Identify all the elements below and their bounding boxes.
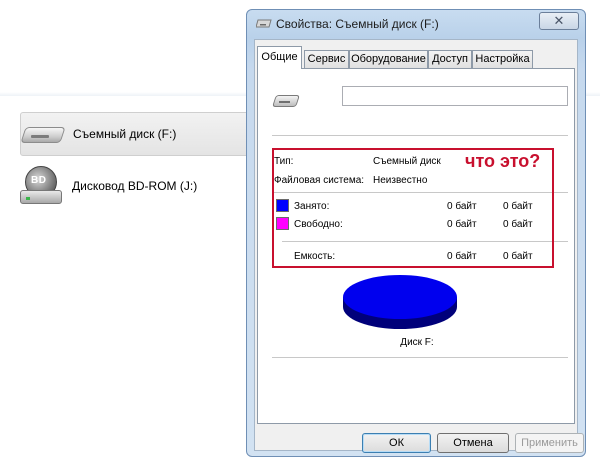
tab-general[interactable]: Общие	[257, 46, 302, 69]
capacity-bytes: 0 байт	[447, 251, 477, 262]
used-space-bytes: 0 байт	[447, 201, 477, 212]
drive-item-removable-f[interactable]: Съемный диск (F:)	[20, 112, 252, 156]
general-tab-panel: Тип: Съемный диск Файловая система: Неиз…	[257, 68, 575, 424]
filesystem-value: Неизвестно	[373, 175, 428, 186]
tab-customize[interactable]: Настройка	[472, 50, 533, 68]
annotation-text: что это?	[465, 151, 541, 171]
drive-item-bd-rom-j[interactable]: BD Дисковод BD-ROM (J:)	[20, 164, 252, 208]
capacity-label: Емкость:	[294, 251, 336, 262]
cancel-button[interactable]: Отмена	[437, 433, 509, 453]
close-button[interactable]: ✕	[539, 12, 579, 30]
divider	[282, 241, 568, 242]
capacity-size: 0 байт	[503, 251, 533, 262]
drive-label: Дисковод BD-ROM (J:)	[72, 179, 198, 193]
bd-rom-drive-icon: BD	[20, 166, 64, 206]
dialog-title: Свойства: Съемный диск (F:)	[276, 17, 439, 31]
free-space-bytes: 0 байт	[447, 219, 477, 230]
type-label: Тип:	[274, 156, 294, 167]
tab-sharing[interactable]: Доступ	[428, 50, 472, 68]
properties-dialog: Свойства: Съемный диск (F:) ✕ Общие Серв…	[246, 9, 586, 457]
apply-button[interactable]: Применить	[515, 433, 584, 453]
usb-drive-icon	[272, 93, 300, 109]
tab-service[interactable]: Сервис	[304, 50, 349, 68]
tab-hardware[interactable]: Оборудование	[349, 50, 428, 68]
divider	[272, 192, 568, 193]
drive-label: Съемный диск (F:)	[73, 127, 177, 141]
filesystem-label: Файловая система:	[274, 175, 365, 186]
free-space-swatch	[276, 217, 289, 230]
type-value: Съемный диск	[373, 156, 441, 167]
dialog-client-area: Общие Сервис Оборудование Доступ Настрой…	[254, 39, 584, 453]
used-space-size: 0 байт	[503, 201, 533, 212]
disk-label: Диск F:	[400, 337, 434, 348]
disk-usage-pie-chart	[343, 275, 457, 329]
close-icon: ✕	[553, 13, 565, 28]
divider	[272, 135, 568, 136]
usb-drive-icon	[20, 119, 66, 149]
used-space-swatch	[276, 199, 289, 212]
volume-name-input[interactable]	[342, 86, 568, 106]
divider	[272, 357, 568, 358]
dialog-titlebar[interactable]: Свойства: Съемный диск (F:) ✕	[247, 10, 585, 38]
usb-drive-icon	[255, 19, 272, 28]
free-space-size: 0 байт	[503, 219, 533, 230]
free-space-label: Свободно:	[294, 219, 343, 230]
ok-button[interactable]: ОК	[362, 433, 431, 453]
used-space-label: Занято:	[294, 201, 330, 212]
